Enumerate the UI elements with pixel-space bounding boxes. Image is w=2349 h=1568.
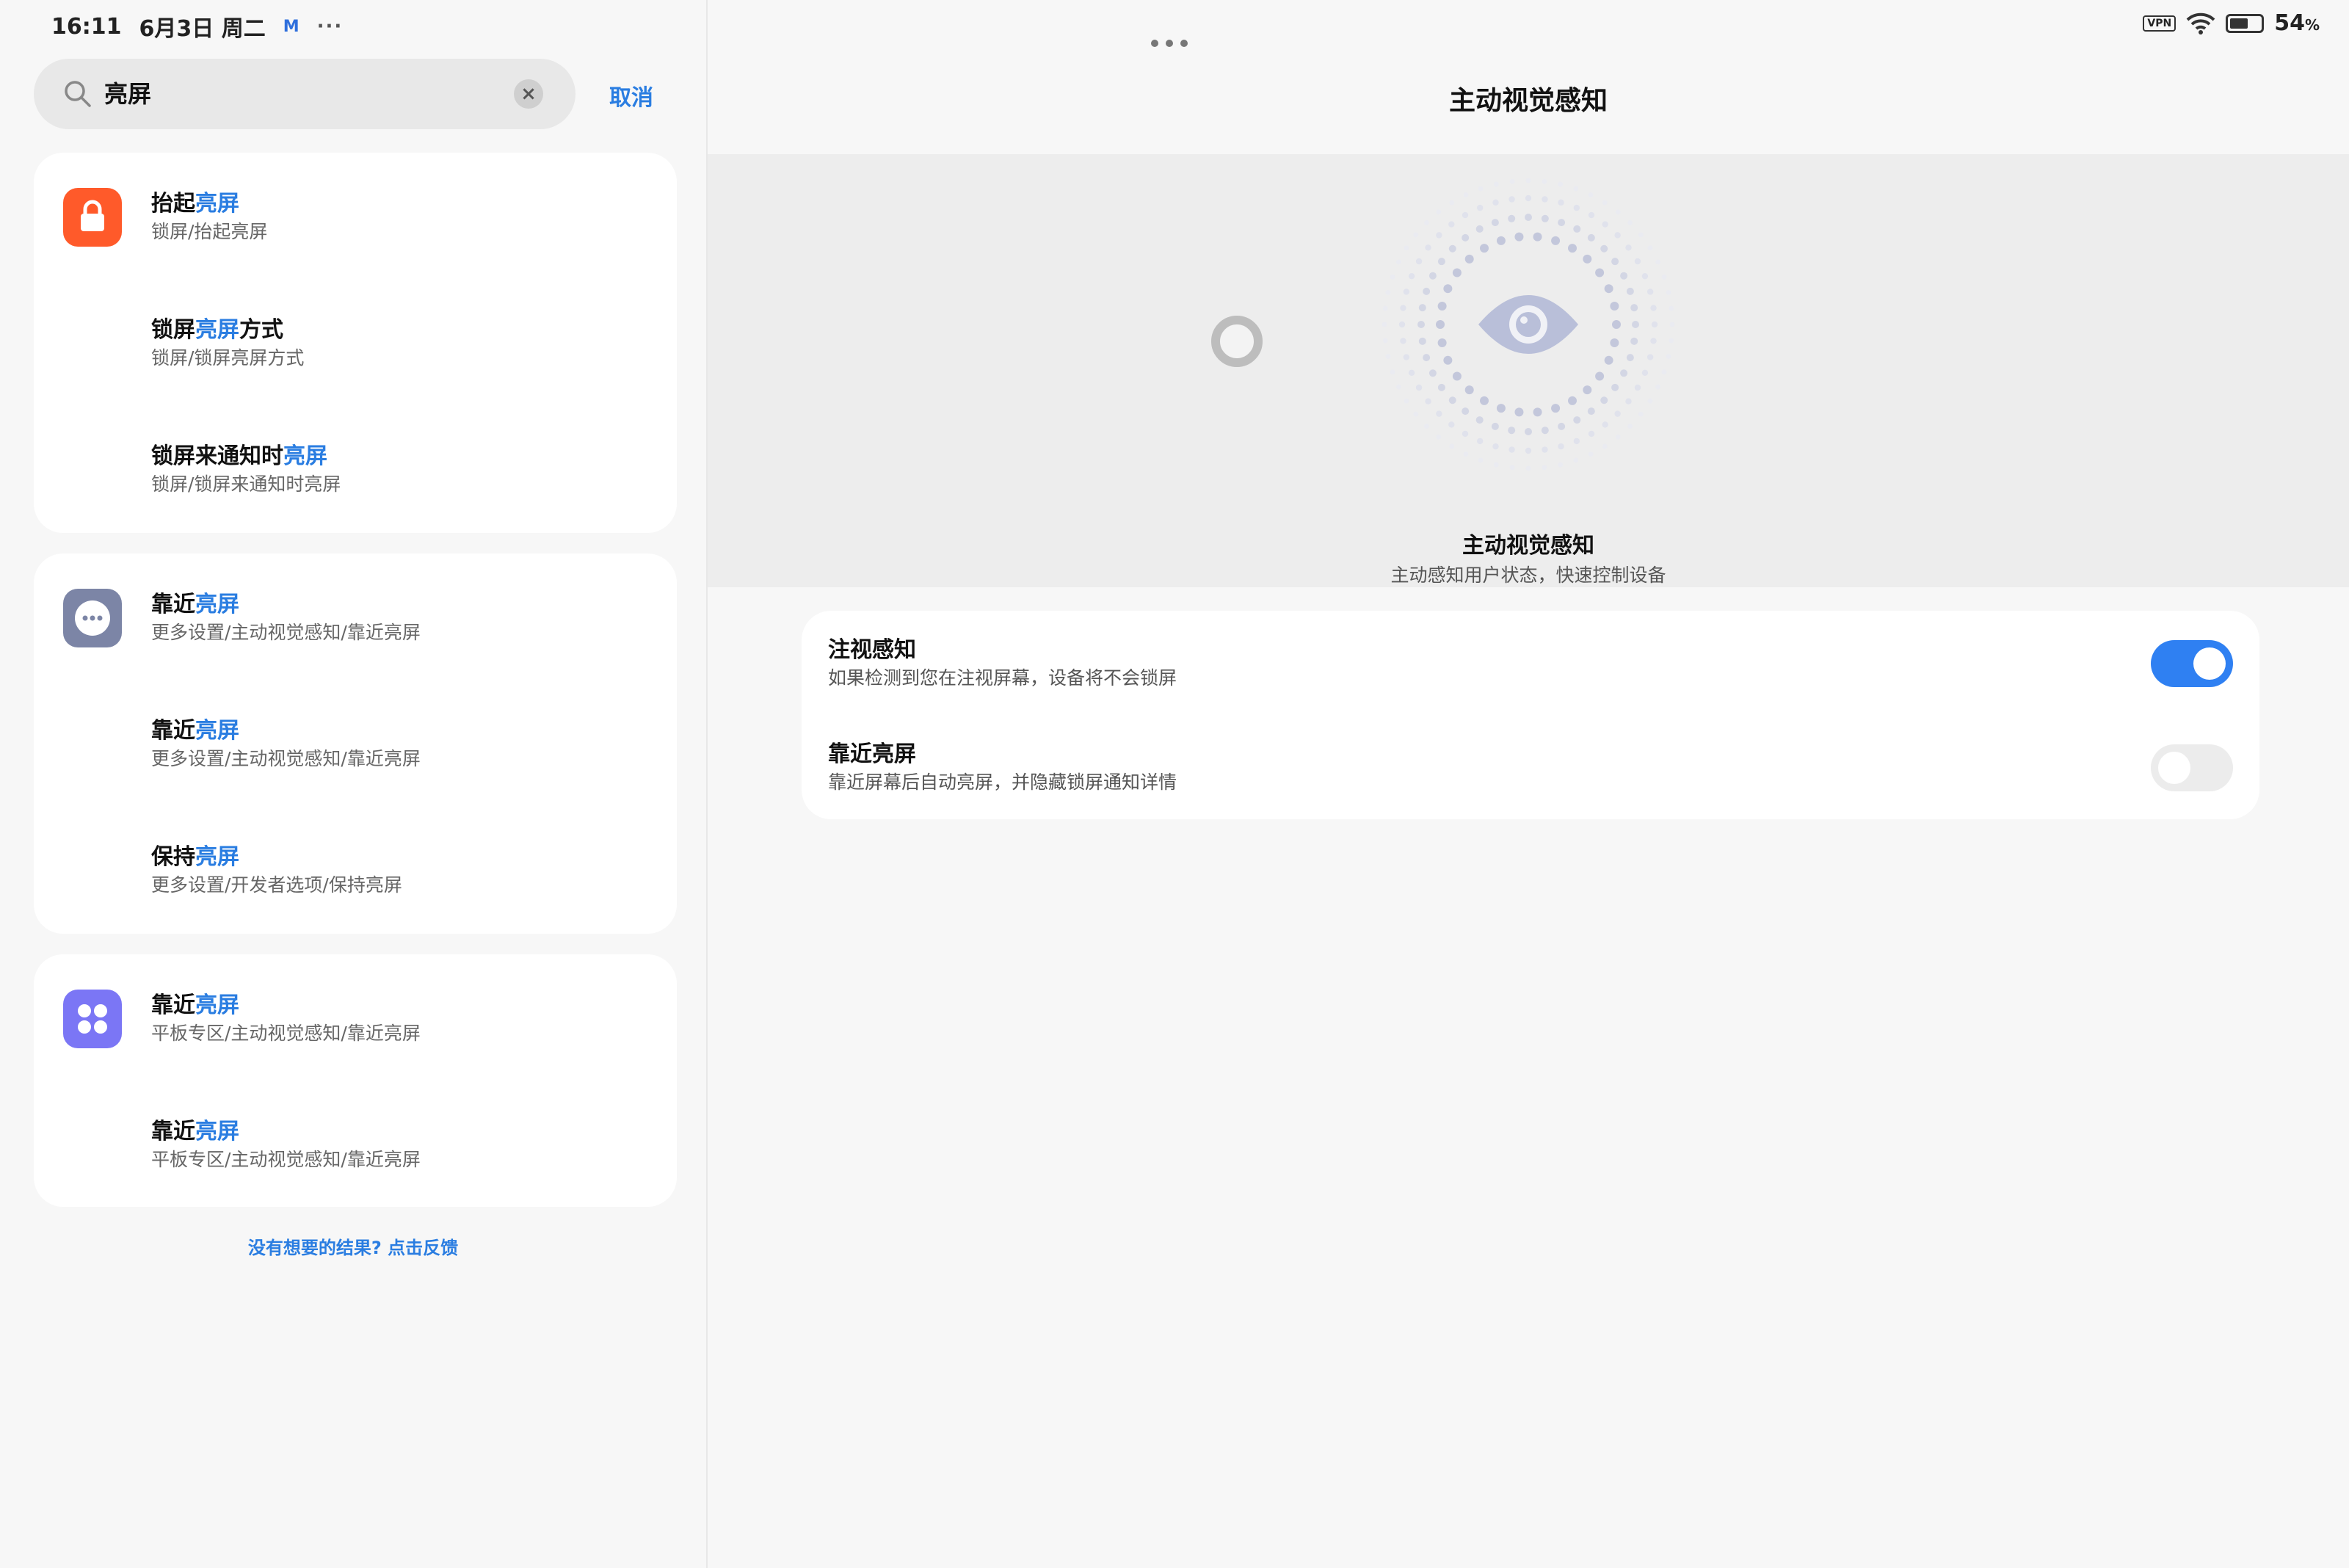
gaze-awareness-toggle[interactable] [2151, 640, 2233, 687]
battery-icon [2226, 13, 2265, 33]
detail-pane: VPN 54% 主动视觉感知 主动视觉感知 主动感知用户状态，快速控制设备 注视… [708, 0, 2349, 1568]
search-result-item[interactable]: 靠近亮屏 更多设置/主动视觉感知/靠近亮屏 [151, 590, 421, 646]
result-path: 更多设置/开发者选项/保持亮屏 [151, 874, 402, 896]
hero-illustration-panel: 主动视觉感知 主动感知用户状态，快速控制设备 [708, 154, 2349, 587]
result-path: 锁屏/锁屏亮屏方式 [151, 347, 305, 369]
window-drag-handle[interactable] [1151, 40, 1188, 47]
battery-level: 54% [2274, 10, 2320, 36]
search-icon [65, 81, 91, 107]
feedback-link[interactable]: 没有想要的结果? 点击反馈 [0, 1233, 706, 1259]
loading-ring-icon [1211, 316, 1263, 367]
setting-gaze-awareness[interactable]: 注视感知 如果检测到您在注视屏幕，设备将不会锁屏 [828, 636, 2233, 694]
search-result-item[interactable]: 锁屏亮屏方式 锁屏/锁屏亮屏方式 [151, 316, 304, 371]
result-path: 更多设置/主动视觉感知/靠近亮屏 [151, 622, 421, 643]
result-path: 锁屏/抬起亮屏 [151, 221, 268, 242]
search-result-item[interactable]: 靠近亮屏 平板专区/主动视觉感知/靠近亮屏 [151, 1117, 421, 1173]
search-input[interactable]: 亮屏 × [34, 59, 576, 129]
result-path: 锁屏/锁屏来通知时亮屏 [151, 473, 341, 495]
search-result-item[interactable]: 抬起亮屏 锁屏/抬起亮屏 [151, 189, 267, 245]
cancel-button[interactable]: 取消 [609, 79, 653, 112]
setting-description: 如果检测到您在注视屏幕，设备将不会锁屏 [828, 667, 1177, 689]
result-group-tablet-zone: 靠近亮屏 平板专区/主动视觉感知/靠近亮屏 靠近亮屏 平板专区/主动视觉感知/靠… [34, 954, 677, 1207]
status-time: 16:11 [51, 13, 122, 40]
setting-proximity-wake[interactable]: 靠近亮屏 靠近屏幕后自动亮屏，并隐藏锁屏通知详情 [828, 740, 2233, 799]
eye-radar-illustration [1382, 178, 1675, 471]
lock-icon [63, 188, 122, 247]
result-group-more-settings: 靠近亮屏 更多设置/主动视觉感知/靠近亮屏 靠近亮屏 更多设置/主动视觉感知/靠… [34, 553, 677, 934]
status-bar-left: 16:11 6月3日 周二 M ··· [51, 10, 343, 43]
more-notifications-icon: ··· [316, 15, 344, 37]
clear-search-button[interactable]: × [514, 79, 543, 109]
setting-title: 注视感知 [828, 637, 916, 663]
settings-card: 注视感知 如果检测到您在注视屏幕，设备将不会锁屏 靠近亮屏 靠近屏幕后自动亮屏，… [802, 611, 2259, 819]
hero-subtitle: 主动感知用户状态，快速控制设备 [1390, 565, 1666, 586]
result-path: 更多设置/主动视觉感知/靠近亮屏 [151, 748, 421, 769]
close-icon: × [520, 83, 537, 105]
wifi-icon [2186, 12, 2215, 35]
search-result-item[interactable]: 靠近亮屏 更多设置/主动视觉感知/靠近亮屏 [151, 716, 421, 772]
hero-title: 主动视觉感知 [1462, 533, 1594, 559]
mail-icon: M [283, 17, 299, 36]
vpn-icon: VPN [2143, 15, 2176, 32]
search-query: 亮屏 [104, 80, 152, 108]
more-settings-icon [63, 589, 122, 647]
setting-description: 靠近屏幕后自动亮屏，并隐藏锁屏通知详情 [828, 772, 1177, 793]
status-bar-right: VPN 54% [2143, 10, 2320, 36]
search-result-item[interactable]: 锁屏来通知时亮屏 锁屏/锁屏来通知时亮屏 [151, 442, 341, 498]
page-title: 主动视觉感知 [1448, 86, 1608, 116]
search-result-item[interactable]: 靠近亮屏 平板专区/主动视觉感知/靠近亮屏 [151, 991, 421, 1047]
setting-title: 靠近亮屏 [828, 741, 916, 767]
result-path: 平板专区/主动视觉感知/靠近亮屏 [151, 1149, 421, 1170]
search-pane: 16:11 6月3日 周二 M ··· 亮屏 × 取消 抬起亮屏 锁屏/抬起亮屏… [0, 0, 706, 1568]
tablet-zone-icon [63, 990, 122, 1048]
status-date: 6月3日 周二 [139, 16, 266, 42]
result-group-lock-screen: 抬起亮屏 锁屏/抬起亮屏 锁屏亮屏方式 锁屏/锁屏亮屏方式 锁屏来通知时亮屏 锁… [34, 153, 677, 533]
search-result-item[interactable]: 保持亮屏 更多设置/开发者选项/保持亮屏 [151, 843, 402, 899]
proximity-wake-toggle[interactable] [2151, 744, 2233, 791]
result-path: 平板专区/主动视觉感知/靠近亮屏 [151, 1023, 421, 1044]
